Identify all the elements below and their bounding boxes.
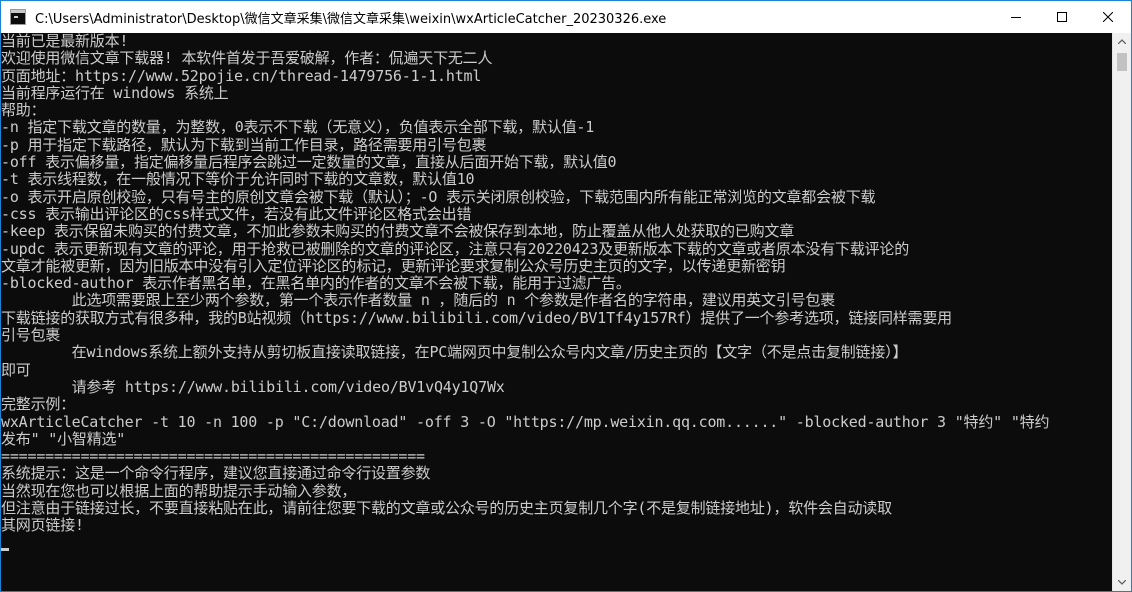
console-line: 帮助： [1, 101, 46, 120]
console-line: -p 用于指定下载路径，默认为下载到当前工作目录，路径需要用引号包裹 [1, 135, 487, 154]
console-line: 完整示例： [1, 395, 76, 414]
console-line: 当然现在您也可以根据上面的帮助提示手动输入参数， [1, 481, 357, 500]
scrollbar-thumb[interactable] [1117, 53, 1127, 71]
console-line: 系统提示：这是一个命令行程序，建议您直接通过命令行设置参数 [1, 464, 431, 483]
console-line: 引号包裹 [1, 326, 61, 345]
close-button[interactable] [1085, 1, 1131, 33]
console-line: 下载链接的获取方式有很多种，我的B站视频（https://www.bilibil… [1, 308, 952, 327]
console-line: wxArticleCatcher -t 10 -n 100 -p "C:/dow… [1, 412, 1050, 431]
console-line: 发布" "小智精选" [1, 429, 126, 448]
console-window: C:\Users\Administrator\Desktop\微信文章采集\微信… [0, 0, 1132, 592]
scroll-up-button[interactable] [1113, 33, 1131, 50]
console-line: 当前程序运行在 windows 系统上 [1, 83, 229, 102]
console-line: 在windows系统上额外支持从剪切板直接读取链接，在PC端网页中复制公众号内文… [1, 343, 908, 362]
scroll-up-arrow-icon [1118, 39, 1126, 44]
console-app-icon[interactable] [10, 9, 26, 25]
window-title: C:\Users\Administrator\Desktop\微信文章采集\微信… [35, 11, 667, 27]
console-line: -keep 表示保留未购买的付费文章，不加此参数未购买的付费文章不会被保存到本地… [1, 222, 794, 241]
console-line: -t 表示线程数，在一般情况下等价于允许同时下载的文章数，默认值10 [1, 170, 475, 189]
maximize-button[interactable] [1039, 1, 1085, 33]
window-controls [993, 1, 1131, 33]
console-line: 但注意由于链接过长，不要直接粘贴在此，请前往您要下载的文章或公众号的历史主页复制… [1, 499, 892, 518]
scroll-down-button[interactable] [1113, 574, 1131, 591]
minimize-button[interactable] [993, 1, 1039, 33]
text-cursor [1, 547, 9, 551]
minimize-icon [1011, 17, 1021, 18]
console-line: 文章才能被更新，因为旧版本中没有引入定位评论区的标记，更新评论要求复制公众号历史… [1, 256, 786, 275]
console-line: -off 表示偏移量，指定偏移量后程序会跳过一定数量的文章，直接从后面开始下载，… [1, 153, 617, 172]
console-line: 当前已是最新版本! [1, 33, 129, 50]
console-line: -blocked-author 表示作者黑名单，在黑名单内的作者的文章不会被下载… [1, 274, 631, 293]
console-line: -n 指定下载文章的数量，为整数，0表示不下载（无意义），负值表示全部下载，默认… [1, 118, 595, 137]
console-line: -o 表示开启原创校验，只有号主的原创文章会被下载（默认）；-O 表示关闭原创校… [1, 187, 876, 206]
console-line: ========================================… [1, 447, 425, 466]
console-line: 即可 [1, 360, 31, 379]
console-prompt-line[interactable] [1, 535, 1112, 552]
console-line: 欢迎使用微信文章下载器! 本软件首发于吾爱破解，作者：侃遍天下无二人 [1, 49, 493, 68]
console-output[interactable]: 当前已是最新版本! 欢迎使用微信文章下载器! 本软件首发于吾爱破解，作者：侃遍天下… [1, 33, 1112, 591]
console-line: -updc 表示更新现有文章的评论，用于抢救已被删除的文章的评论区，注意只有20… [1, 239, 910, 258]
vertical-scrollbar[interactable] [1112, 33, 1131, 591]
console-line: 页面地址：https://www.52pojie.cn/thread-14797… [1, 66, 482, 85]
console-line: 其网页链接! [1, 516, 84, 535]
console-line: -css 表示输出评论区的css样式文件，若没有此文件评论区格式会出错 [1, 204, 472, 223]
scroll-down-arrow-icon [1118, 580, 1126, 585]
console-line: 请参考 https://www.bilibili.com/video/BV1vQ… [1, 377, 505, 396]
maximize-icon [1057, 12, 1067, 22]
console-line: 此选项需要跟上至少两个参数，第一个表示作者数量 n ，随后的 n 个参数是作者名… [1, 291, 836, 310]
close-icon [1103, 12, 1113, 22]
title-bar[interactable]: C:\Users\Administrator\Desktop\微信文章采集\微信… [1, 1, 1131, 33]
